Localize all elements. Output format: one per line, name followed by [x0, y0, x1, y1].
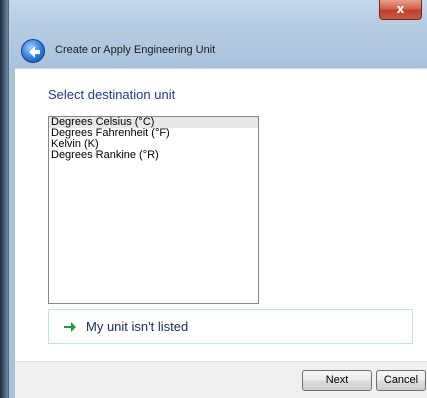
green-arrow-icon: [64, 322, 76, 332]
back-arrow-icon: [29, 46, 40, 58]
page-heading: Select destination unit: [48, 87, 176, 102]
command-bar: Next Cancel: [15, 361, 427, 398]
main-content: Select destination unit Degrees Celsius …: [15, 68, 427, 361]
back-button[interactable]: [21, 39, 45, 63]
close-icon: x: [396, 2, 405, 16]
close-button[interactable]: x: [379, 0, 422, 20]
unit-not-listed-label: My unit isn't listed: [86, 319, 189, 334]
title-bar: x Create or Apply Engineering Unit: [9, 0, 427, 68]
unit-list-item[interactable]: Degrees Rankine (°R): [49, 150, 258, 161]
cancel-button[interactable]: Cancel: [376, 370, 426, 391]
next-button[interactable]: Next: [302, 370, 372, 391]
unit-listbox[interactable]: Degrees Celsius (°C) Degrees Fahrenheit (…: [48, 116, 259, 304]
dialog-window: x Create or Apply Engineering Unit Selec…: [8, 0, 427, 398]
unit-not-listed-link[interactable]: My unit isn't listed: [48, 309, 413, 344]
desktop-background: [0, 0, 8, 398]
window-title: Create or Apply Engineering Unit: [55, 44, 216, 56]
